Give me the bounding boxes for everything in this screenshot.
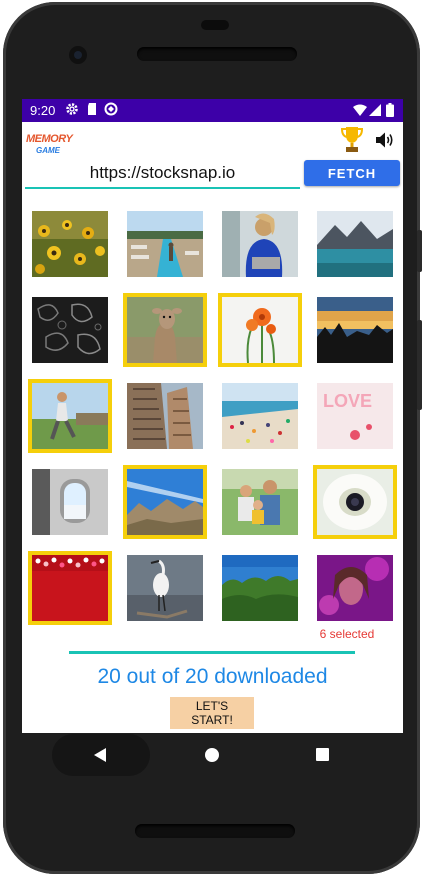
image-tile[interactable]: LOVE bbox=[317, 383, 393, 449]
app-screen: 9:20 MEMORY GAME https://stocksnap.io FE… bbox=[22, 99, 403, 733]
paisley-pattern-photo bbox=[32, 297, 108, 363]
power-button bbox=[417, 230, 422, 272]
image-tile[interactable] bbox=[32, 469, 108, 535]
image-tile[interactable] bbox=[127, 383, 203, 449]
mountain-lake-photo bbox=[317, 211, 393, 277]
battery-icon bbox=[386, 103, 394, 117]
deer-photo bbox=[127, 297, 203, 363]
family-photo bbox=[222, 469, 298, 535]
fetch-button[interactable]: FETCH bbox=[304, 160, 400, 186]
status-bar: 9:20 bbox=[22, 99, 403, 122]
red-hearts-photo bbox=[32, 555, 108, 621]
woman-jogging-photo bbox=[32, 383, 108, 449]
image-tile-selected[interactable] bbox=[123, 465, 207, 539]
pool-photo bbox=[127, 211, 203, 277]
image-tile-selected[interactable] bbox=[313, 465, 397, 539]
heron-photo bbox=[127, 555, 203, 621]
status-time: 9:20 bbox=[30, 103, 56, 118]
purple-lights-photo bbox=[317, 555, 393, 621]
system-nav-bar bbox=[22, 733, 403, 779]
sd-card-icon bbox=[88, 103, 96, 115]
bottom-speaker bbox=[135, 824, 295, 838]
rocky-hills-photo bbox=[127, 469, 203, 535]
image-tile[interactable] bbox=[127, 211, 203, 277]
tall-buildings-photo bbox=[127, 383, 203, 449]
image-tile-selected[interactable] bbox=[28, 551, 112, 625]
front-camera bbox=[69, 46, 87, 64]
orange-flowers-photo bbox=[222, 297, 298, 363]
selected-count: 6 selected bbox=[319, 627, 375, 641]
image-tile[interactable] bbox=[222, 383, 298, 449]
sync-icon bbox=[104, 102, 118, 116]
woman-laptop-photo bbox=[222, 211, 298, 277]
image-tile[interactable] bbox=[127, 555, 203, 621]
gear-icon bbox=[66, 103, 78, 115]
image-tile-selected[interactable] bbox=[123, 293, 207, 367]
download-status: 20 out of 20 downloaded bbox=[97, 665, 328, 688]
image-tile[interactable] bbox=[317, 211, 393, 277]
forest-photo bbox=[222, 555, 298, 621]
trophy-icon[interactable] bbox=[340, 125, 364, 153]
image-tile[interactable] bbox=[32, 211, 108, 277]
image-tile[interactable] bbox=[222, 211, 298, 277]
beach-photo bbox=[222, 383, 298, 449]
image-tile[interactable] bbox=[222, 469, 298, 535]
sunset-photo bbox=[317, 297, 393, 363]
back-triangle-icon bbox=[94, 748, 106, 762]
signal-icon bbox=[369, 104, 381, 116]
memory-game-logo: MEMORY GAME bbox=[25, 133, 75, 159]
image-tile[interactable] bbox=[222, 555, 298, 621]
recents-square-icon[interactable] bbox=[316, 748, 329, 761]
logo-word-memory: MEMORY bbox=[26, 133, 73, 145]
home-circle-icon[interactable] bbox=[205, 748, 219, 762]
url-input[interactable] bbox=[25, 159, 300, 189]
image-tile[interactable] bbox=[32, 297, 108, 363]
lets-start-button[interactable]: LET'S START! bbox=[170, 697, 254, 729]
image-tile-selected[interactable] bbox=[218, 293, 302, 367]
yellow-flowers-photo bbox=[32, 211, 108, 277]
phone-top-slot bbox=[201, 20, 229, 30]
speaker-icon[interactable] bbox=[375, 131, 395, 149]
airplane-window-photo bbox=[32, 469, 108, 535]
back-button[interactable] bbox=[52, 734, 150, 776]
white-flower-photo bbox=[317, 469, 393, 535]
download-progress-bar bbox=[69, 651, 355, 654]
image-tile-selected[interactable] bbox=[28, 379, 112, 453]
logo-word-game: GAME bbox=[36, 146, 60, 155]
volume-button bbox=[417, 320, 422, 410]
love-letters-photo: LOVE bbox=[317, 383, 393, 449]
earpiece-speaker bbox=[137, 47, 297, 61]
svg-text:LOVE: LOVE bbox=[323, 391, 372, 411]
image-tile[interactable] bbox=[317, 555, 393, 621]
wifi-icon bbox=[353, 104, 367, 116]
image-tile[interactable] bbox=[317, 297, 393, 363]
